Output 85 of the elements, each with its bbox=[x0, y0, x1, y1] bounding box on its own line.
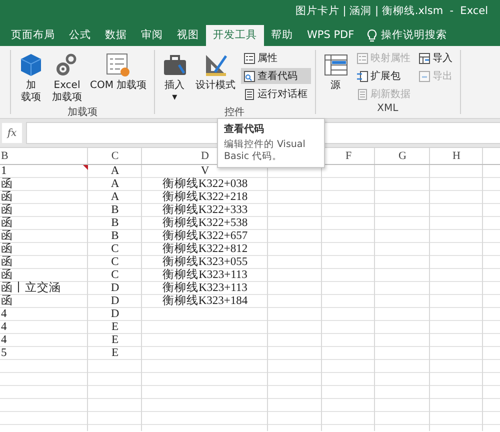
search-field[interactable]: 操作说明搜索 bbox=[377, 25, 454, 46]
table-cell: 5 bbox=[1, 347, 7, 360]
group-label: 控件 bbox=[224, 106, 246, 120]
table-cell-text: 1 bbox=[1, 165, 7, 178]
column-header: D bbox=[201, 150, 209, 162]
table-cell: A bbox=[110, 191, 120, 204]
import-icon bbox=[418, 52, 430, 64]
table-cell-text: 衡柳线K322+218 bbox=[162, 191, 248, 204]
table-cell: B bbox=[111, 217, 119, 230]
table-cell-text: 衡柳线K322+657 bbox=[162, 230, 248, 242]
ribbon-button[interactable]: 导入 bbox=[416, 50, 456, 66]
toolbox-icon bbox=[162, 52, 188, 78]
table-cell-text: 衡柳线K322+038 bbox=[162, 178, 248, 190]
table-cell-text: 函 bbox=[1, 230, 13, 242]
table-cell: A bbox=[110, 178, 120, 191]
ribbon-tab[interactable]: 视图 bbox=[170, 25, 206, 46]
column-header: G bbox=[398, 150, 406, 162]
column-header: B bbox=[1, 150, 8, 162]
ribbon-button[interactable]: Excel 加载项 bbox=[49, 50, 85, 106]
table-cell: D bbox=[110, 282, 120, 295]
table-cell: A bbox=[110, 165, 120, 178]
group-label: 加载项 bbox=[66, 106, 98, 120]
ribbon-button[interactable]: 查看代码 bbox=[240, 68, 311, 84]
table-cell: C bbox=[111, 269, 119, 282]
ribbon-tab[interactable]: 页面布局 bbox=[4, 25, 62, 46]
ribbon-tab[interactable]: 数据 bbox=[98, 25, 134, 46]
table-cell-text: 衡柳线K323+113 bbox=[162, 282, 248, 294]
table-cell-text: 衡柳线K322+812 bbox=[162, 243, 248, 256]
table-cell-text: 函 bbox=[1, 217, 13, 230]
export-icon bbox=[418, 70, 430, 82]
page-icon bbox=[356, 88, 368, 100]
ribbon-tab[interactable]: WPS PDF bbox=[300, 25, 362, 46]
ribbon-tab[interactable]: 审阅 bbox=[134, 25, 170, 46]
ribbon-button[interactable]: 属性 bbox=[240, 50, 311, 66]
ribbon-button[interactable]: 运行对话框 bbox=[240, 86, 311, 102]
form-icon bbox=[356, 52, 368, 64]
cube-icon bbox=[18, 52, 44, 78]
table-cell: 函 bbox=[1, 295, 13, 308]
tooltip-text: 编辑控件的 Visual Basic 代码。 bbox=[224, 139, 306, 163]
table-cell-text: 函 bbox=[1, 243, 13, 256]
ribbon-tab[interactable]: 开发工具 bbox=[206, 25, 264, 46]
table-cell: 4 bbox=[1, 321, 7, 334]
table-cell: 衡柳线K323+184 bbox=[162, 295, 248, 308]
table-cell: B bbox=[111, 230, 119, 243]
table-cell-text: 函丨立交涵 bbox=[1, 282, 61, 294]
table-cell-text: 函 bbox=[1, 204, 13, 216]
table-cell: E bbox=[111, 347, 119, 360]
table-cell: 4 bbox=[1, 334, 7, 347]
table-cell: 4 bbox=[1, 308, 7, 321]
ribbon-button[interactable]: 插入 ▾ bbox=[158, 50, 191, 106]
column-header: H bbox=[452, 150, 460, 162]
table-cell-text: 衡柳线K322+538 bbox=[162, 217, 248, 230]
table-icon bbox=[322, 52, 349, 78]
table-cell: E bbox=[111, 334, 119, 347]
table-cell: C bbox=[111, 256, 119, 269]
table-cell: C bbox=[111, 243, 119, 256]
ribbon-tab[interactable]: 帮助 bbox=[264, 25, 300, 46]
form-icon bbox=[244, 52, 255, 64]
table-cell-text: 函 bbox=[1, 178, 13, 190]
table-cell-text: 衡柳线K322+333 bbox=[162, 204, 248, 216]
table-cell-text: 函 bbox=[1, 191, 13, 204]
ribbon-tab[interactable]: 公式 bbox=[62, 25, 98, 46]
ribbon-button[interactable]: 加 载项 bbox=[15, 50, 47, 106]
table-cell-text: 衡柳线K323+055 bbox=[162, 256, 248, 268]
table-cell-text: 函 bbox=[1, 256, 13, 268]
table-cell: V bbox=[200, 165, 210, 178]
tooltip-title: 查看代码 bbox=[224, 124, 265, 136]
window-title: 图片卡片 | 涵洞 | 衡柳线.xlsm - Excel bbox=[295, 4, 488, 18]
page-icon bbox=[244, 88, 255, 100]
column-header: C bbox=[111, 150, 119, 162]
ribbon-button[interactable]: 扩展包 bbox=[354, 68, 414, 84]
arrows-icon bbox=[356, 70, 368, 82]
checklist-icon bbox=[105, 52, 132, 78]
table-cell: D bbox=[110, 308, 120, 321]
column-header: F bbox=[345, 150, 352, 162]
table-cell-text: 衡柳线K323+113 bbox=[162, 269, 248, 282]
ribbon-button[interactable]: 源 bbox=[320, 50, 352, 94]
ribbon-button[interactable]: 设计模式 bbox=[192, 50, 239, 94]
table-cell: B bbox=[111, 204, 119, 217]
group-label: XML bbox=[376, 102, 400, 116]
ribbon-button[interactable]: COM 加载项 bbox=[87, 50, 150, 94]
table-cell-text: 函 bbox=[1, 269, 13, 282]
table-cell: E bbox=[111, 321, 119, 334]
magnifier-icon bbox=[244, 70, 255, 82]
table-cell: D bbox=[110, 295, 120, 308]
